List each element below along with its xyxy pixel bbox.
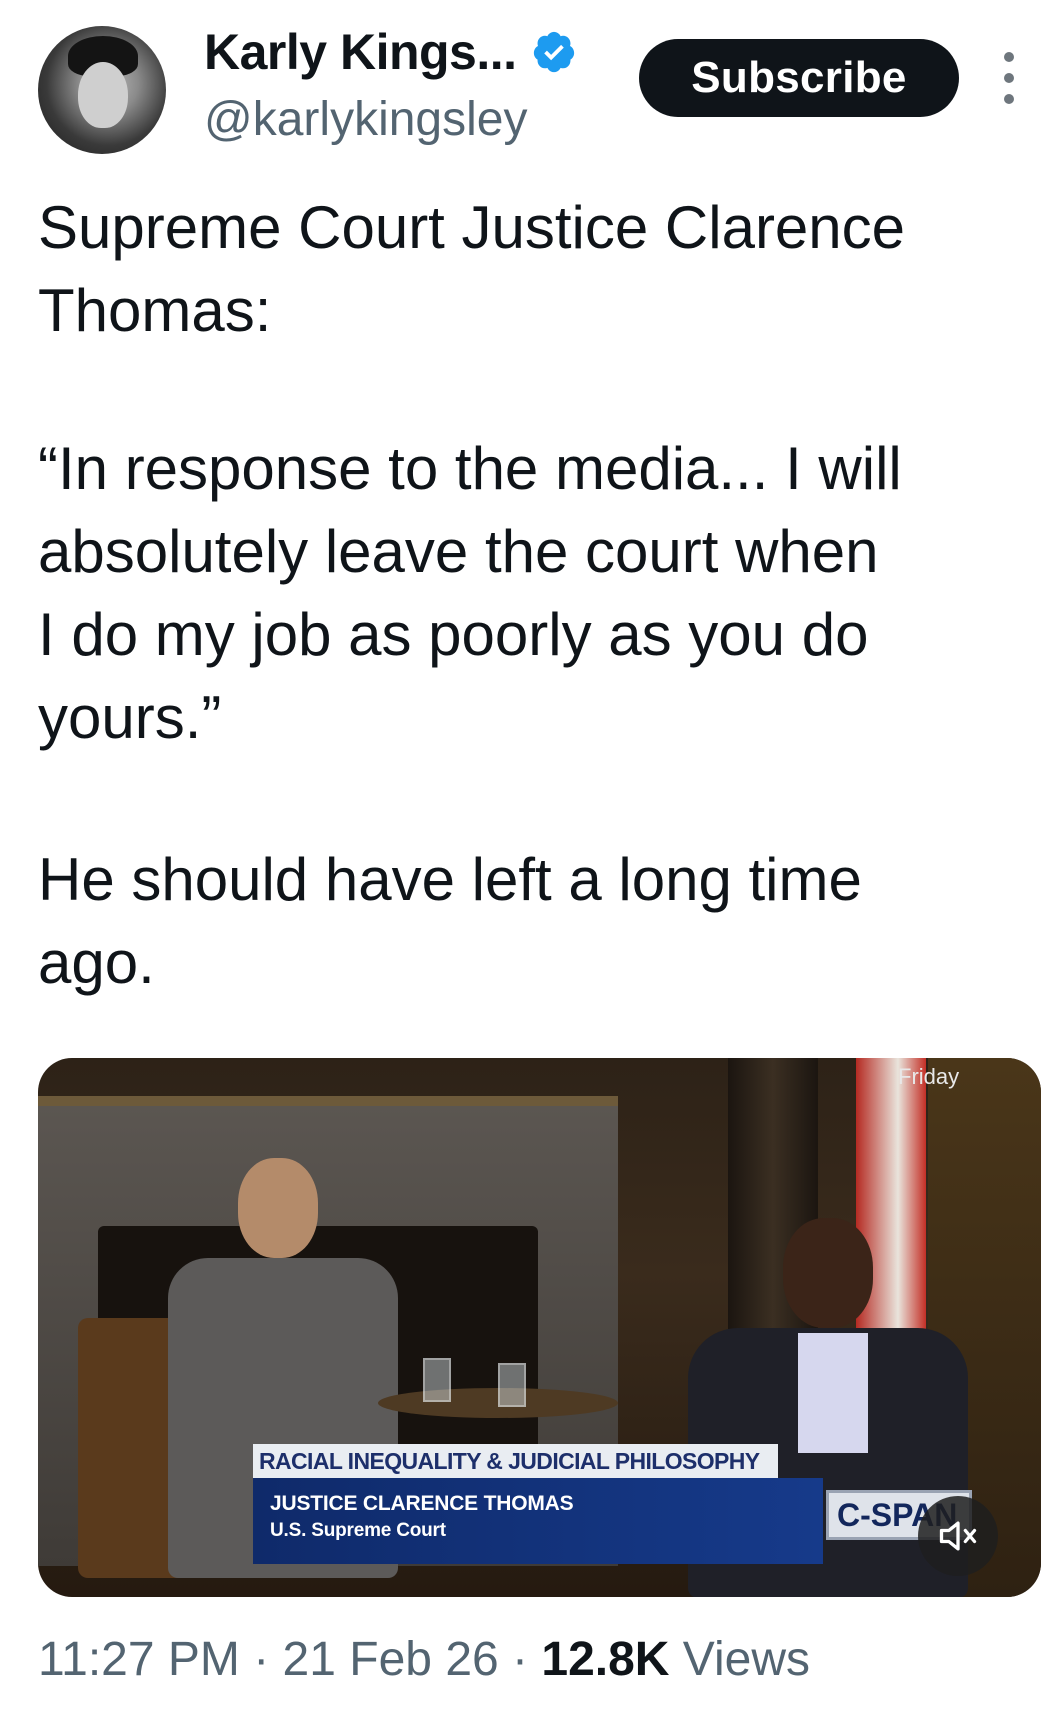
muted-speaker-icon[interactable] bbox=[918, 1496, 998, 1576]
speaker-glyph bbox=[939, 1521, 977, 1551]
more-vertical-icon[interactable] bbox=[996, 52, 1022, 104]
more-dot bbox=[1004, 52, 1014, 62]
views-count[interactable]: 12.8K bbox=[541, 1630, 669, 1690]
author-name[interactable]: Karly Kings... bbox=[204, 22, 517, 82]
water-glass bbox=[498, 1363, 526, 1407]
meta-separator: · bbox=[498, 1633, 542, 1686]
verified-badge-icon bbox=[533, 31, 574, 73]
subscribe-button[interactable]: Subscribe bbox=[639, 39, 959, 117]
interviewer-head bbox=[238, 1158, 318, 1258]
water-glass bbox=[423, 1358, 451, 1402]
tweet-date[interactable]: 21 Feb 26 bbox=[283, 1630, 499, 1690]
tweet-meta: 11:27 PM · 21 Feb 26 · 12.8K Views bbox=[38, 1630, 810, 1690]
views-label: Views bbox=[669, 1633, 810, 1686]
avatar[interactable] bbox=[38, 26, 166, 154]
embedded-video[interactable]: Friday RACIAL INEQUALITY & JUDICIAL PHIL… bbox=[38, 1058, 1041, 1597]
lower-third-title: U.S. Supreme Court bbox=[270, 1520, 446, 1541]
more-dot bbox=[1004, 94, 1014, 104]
tweet-paragraph-3: He should have left a long time ago. bbox=[38, 846, 862, 996]
lower-third-name: JUSTICE CLARENCE THOMAS bbox=[270, 1492, 574, 1515]
justice-shirt bbox=[798, 1333, 868, 1453]
tweet-paragraph-2: “In response to the media... I will abso… bbox=[38, 435, 902, 751]
meta-separator: · bbox=[239, 1633, 283, 1686]
tweet-paragraph-1: Supreme Court Justice Clarence Thomas: bbox=[38, 194, 906, 344]
tweet-time[interactable]: 11:27 PM bbox=[38, 1630, 240, 1690]
author-handle[interactable]: @karlykingsley bbox=[204, 92, 527, 148]
author-name-row: Karly Kings... bbox=[204, 22, 577, 82]
avatar-face bbox=[78, 62, 128, 128]
justice-head bbox=[783, 1218, 873, 1328]
lower-third-topic: RACIAL INEQUALITY & JUDICIAL PHILOSOPHY bbox=[253, 1444, 778, 1478]
more-dot bbox=[1004, 73, 1014, 83]
video-corner-label: Friday bbox=[898, 1064, 960, 1089]
lower-third-caption: JUSTICE CLARENCE THOMAS U.S. Supreme Cou… bbox=[253, 1478, 823, 1564]
